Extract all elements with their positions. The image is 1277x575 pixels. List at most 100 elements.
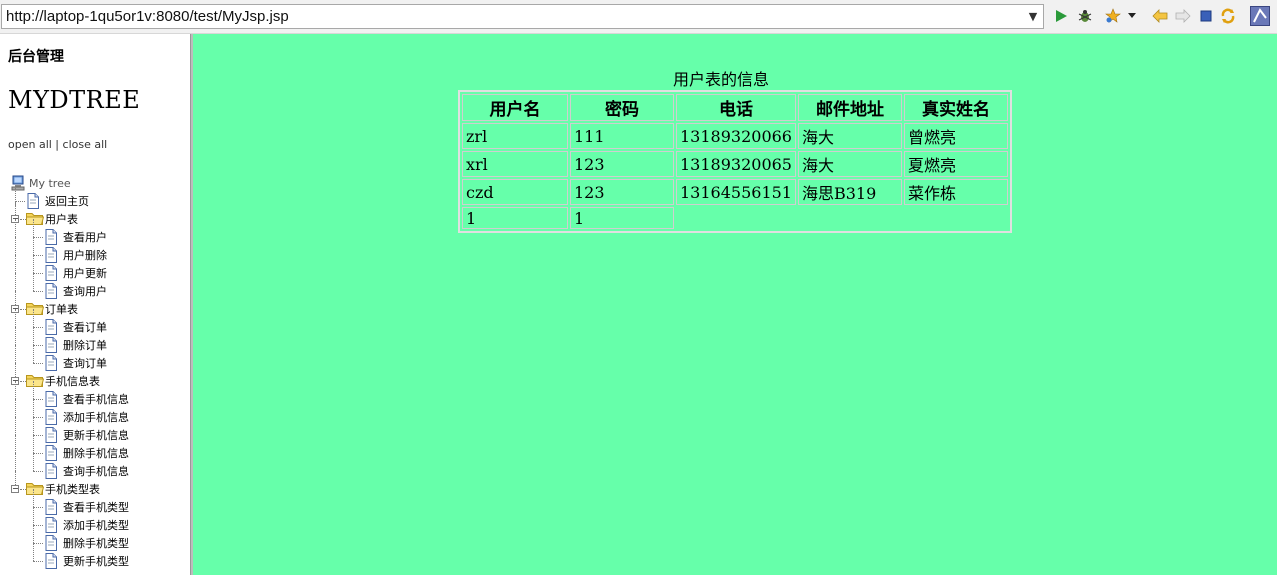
tree-item[interactable]: 查看订单 <box>44 318 107 336</box>
tree-connector-line <box>33 219 34 237</box>
tree-node-label: 查询订单 <box>63 357 107 370</box>
favorite-star-icon[interactable] <box>1103 6 1123 26</box>
tree-item[interactable]: 删除手机信息 <box>44 444 129 462</box>
forward-arrow-icon[interactable] <box>1173 6 1193 26</box>
tree-connector-line <box>33 453 34 471</box>
page-icon <box>44 247 60 263</box>
cell-password: 111 <box>570 123 674 149</box>
tree-connector-line <box>33 255 34 273</box>
url-input[interactable]: http://laptop-1qu5or1v:8080/test/MyJsp.j… <box>1 4 1044 29</box>
cell-username: zrl <box>462 123 568 149</box>
tree-node-label: 查看手机信息 <box>63 393 129 406</box>
close-all-link[interactable]: close all <box>63 138 108 151</box>
tree-connector-line <box>33 561 43 562</box>
back-arrow-icon[interactable] <box>1150 6 1170 26</box>
refresh-icon[interactable] <box>1218 6 1238 26</box>
tree-node-label: 删除订单 <box>63 339 107 352</box>
tree-node-label: 更新手机类型 <box>63 555 129 568</box>
cell-phone: 13189320065 <box>676 151 796 177</box>
cell-username: xrl <box>462 151 568 177</box>
cell-phone: 13189320066 <box>676 123 796 149</box>
admin-title: 后台管理 <box>8 49 64 65</box>
tree-connector-line <box>33 381 34 399</box>
page-icon <box>44 391 60 407</box>
tree-connector-line <box>33 291 43 292</box>
tree-folder-2[interactable]: 手机信息表 <box>26 372 100 390</box>
folder-open-icon <box>26 211 45 227</box>
pager-total: 1 <box>570 207 674 229</box>
header-username: 用户名 <box>462 94 568 121</box>
tree-node-label: 返回主页 <box>45 195 89 208</box>
tree-item[interactable]: 更新手机类型 <box>44 552 129 570</box>
stop-icon[interactable] <box>1196 6 1216 26</box>
tree-connector-line <box>15 345 16 363</box>
page-icon <box>44 553 60 569</box>
page-icon <box>44 463 60 479</box>
tree-node-label: 查看手机类型 <box>63 501 129 514</box>
tree-node-label: 用户更新 <box>63 267 107 280</box>
debug-bug-icon[interactable] <box>1075 6 1095 26</box>
favorites-dropdown-icon[interactable] <box>1125 6 1139 26</box>
tree-item[interactable]: 用户删除 <box>44 246 107 264</box>
main-frame: 用户表的信息 用户名 密码 电话 邮件地址 真实姓名 zrl 111 13189… <box>193 34 1277 575</box>
tree-item[interactable]: 用户更新 <box>44 264 107 282</box>
tree-item[interactable]: 查询用户 <box>44 282 107 300</box>
pager-row: 1 1 <box>462 207 1008 229</box>
eclipse-browser-icon[interactable] <box>1249 5 1271 27</box>
tree-collapse-toggle[interactable]: − <box>11 485 19 493</box>
cell-email: 海思B319 <box>797 179 902 205</box>
tree-connector-line <box>15 399 16 417</box>
tree-item[interactable]: 更新手机信息 <box>44 426 129 444</box>
table-caption: 用户表的信息 <box>673 70 770 89</box>
tree-item[interactable]: 删除手机类型 <box>44 534 129 552</box>
tree-connector-line <box>33 399 34 417</box>
tree-connector-line <box>33 543 43 544</box>
tree-item[interactable]: 查看手机信息 <box>44 390 129 408</box>
tree-node-label: My tree <box>29 176 71 190</box>
tree-item[interactable]: 查看手机类型 <box>44 498 129 516</box>
tree-item[interactable]: 添加手机信息 <box>44 408 129 426</box>
cell-password: 123 <box>570 179 674 205</box>
url-dropdown-chevron-icon[interactable]: ▼ <box>1024 6 1042 27</box>
tree-connector-line <box>33 327 34 345</box>
tree-item[interactable]: 查询订单 <box>44 354 107 372</box>
tree-node-label: 查询用户 <box>63 285 107 298</box>
tree-connector-line <box>33 363 43 364</box>
tree-node-label: 更新手机信息 <box>63 429 129 442</box>
tree-connector-line <box>33 273 34 291</box>
cell-realname: 菜作栋 <box>903 179 1008 205</box>
run-icon[interactable] <box>1051 6 1071 26</box>
tree-connector-line <box>33 417 43 418</box>
table-row: xrl 123 13189320065 海大 夏燃亮 <box>462 151 1008 177</box>
tree-item[interactable]: 查看用户 <box>44 228 107 246</box>
cell-username: czd <box>462 179 568 205</box>
tree-node-label: 查询手机信息 <box>63 465 129 478</box>
tree-connector-line <box>33 507 34 525</box>
expand-controls: open all | close all <box>8 138 107 151</box>
tree-connector-line <box>33 525 43 526</box>
page-icon <box>44 499 60 515</box>
page-icon <box>44 445 60 461</box>
tree-item[interactable]: 添加手机类型 <box>44 516 129 534</box>
header-phone: 电话 <box>676 94 796 121</box>
tree-connector-line <box>15 309 16 327</box>
tree-folder-3[interactable]: 手机类型表 <box>26 480 100 498</box>
page-icon <box>44 409 60 425</box>
tree-connector-line <box>33 507 43 508</box>
open-all-link[interactable]: open all <box>8 138 52 151</box>
left-frame: 后台管理 MYDTREE open all | close all My tre… <box>0 34 190 575</box>
page-icon <box>44 337 60 353</box>
tree-item-home[interactable]: 返回主页 <box>26 192 89 210</box>
tree-node-label: 查看订单 <box>63 321 107 334</box>
tree-root[interactable]: My tree <box>10 174 71 192</box>
page-icon <box>44 355 60 371</box>
pager-current[interactable]: 1 <box>462 207 568 229</box>
header-email: 邮件地址 <box>797 94 902 121</box>
tree-connector-line <box>15 417 16 435</box>
tree-item[interactable]: 删除订单 <box>44 336 107 354</box>
tree-connector-line <box>33 435 43 436</box>
tree-connector-line <box>33 237 34 255</box>
page-icon <box>44 283 60 299</box>
header-password: 密码 <box>570 94 674 121</box>
tree-item[interactable]: 查询手机信息 <box>44 462 129 480</box>
